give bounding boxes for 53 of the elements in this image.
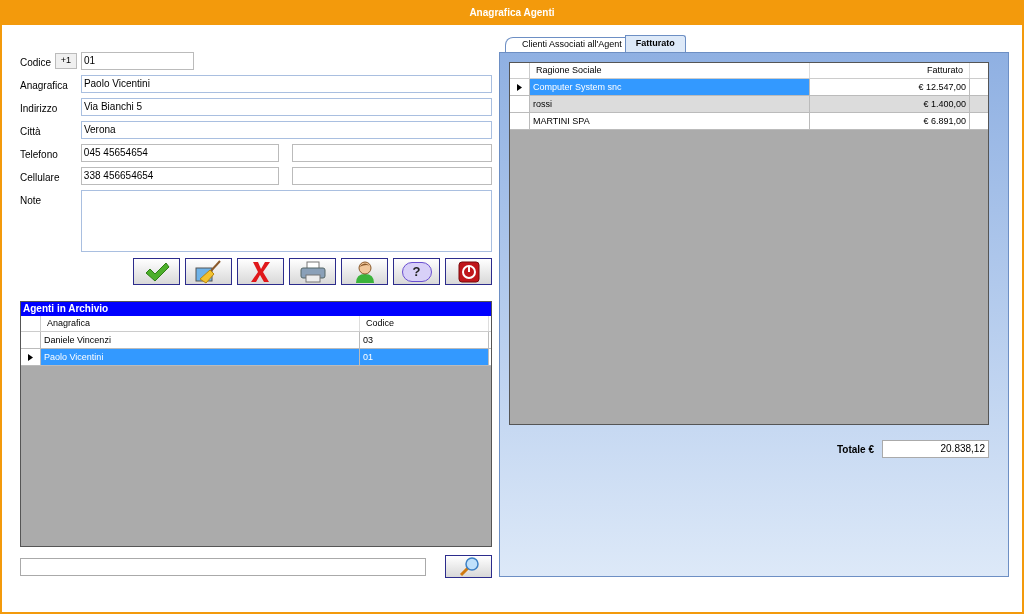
total-field: 20.838,12 [882,440,989,458]
check-icon [143,260,170,283]
column-header[interactable]: Ragione Sociale [530,63,810,78]
clear-button[interactable] [185,258,232,285]
person-icon [353,259,376,284]
total-label: Totale € [836,442,874,457]
print-button[interactable] [289,258,336,285]
column-header[interactable]: Anagrafica [41,316,360,331]
table-cell: € 1.400,00 [810,96,970,112]
field-label: Indirizzo [20,102,59,116]
text-field[interactable]: Paolo Vicentini [80,75,492,93]
exit-button[interactable] [445,258,492,285]
text-field[interactable]: 045 45654654 [80,144,280,162]
power-icon [457,260,480,283]
window-title: Anagrafica Agenti [469,6,555,20]
code-field[interactable]: 01 [81,52,194,70]
text-field[interactable] [292,167,492,185]
table-cell: MARTINI SPA [530,113,810,129]
help-icon: ? [401,261,432,282]
field-label: Città [20,125,42,139]
save-button[interactable] [133,258,180,285]
field-label: Codice [20,56,53,70]
increment-button[interactable]: +1 [55,53,77,69]
field-label: Anagrafica [20,79,69,93]
delete-button[interactable] [237,258,284,285]
text-field[interactable] [292,144,492,162]
printer-icon [298,260,327,283]
search-icon [457,556,480,577]
table-cell: € 12.547,00 [810,79,970,95]
column-header[interactable]: Codice [360,316,489,331]
field-label: Telefono [20,148,59,162]
cross-icon [249,259,272,284]
notes-field[interactable] [80,190,492,252]
text-field[interactable]: Via Bianchi 5 [80,98,492,116]
table-cell: Daniele Vincenzi [41,332,360,348]
grid-title: Agenti in Archivio [21,302,491,316]
agent-button[interactable] [341,258,388,285]
table-cell: 03 [360,332,489,348]
search-field[interactable] [20,557,426,576]
search-button[interactable] [445,555,492,578]
text-field[interactable]: 338 456654654 [80,167,280,185]
tab-selected[interactable]: Fatturato [624,35,686,52]
table-cell: € 6.891,00 [810,113,970,129]
broom-icon [193,259,224,284]
table-cell: Computer System snc [530,79,810,95]
table-cell: Paolo Vicentini [41,349,360,365]
column-header[interactable]: Fatturato [810,63,970,78]
text-field[interactable]: Verona [80,121,492,139]
table-cell: rossi [530,96,810,112]
table-cell: 01 [360,349,489,365]
field-label: Note [20,194,43,208]
field-label: Cellulare [20,171,61,185]
help-button[interactable]: ? [393,258,440,285]
